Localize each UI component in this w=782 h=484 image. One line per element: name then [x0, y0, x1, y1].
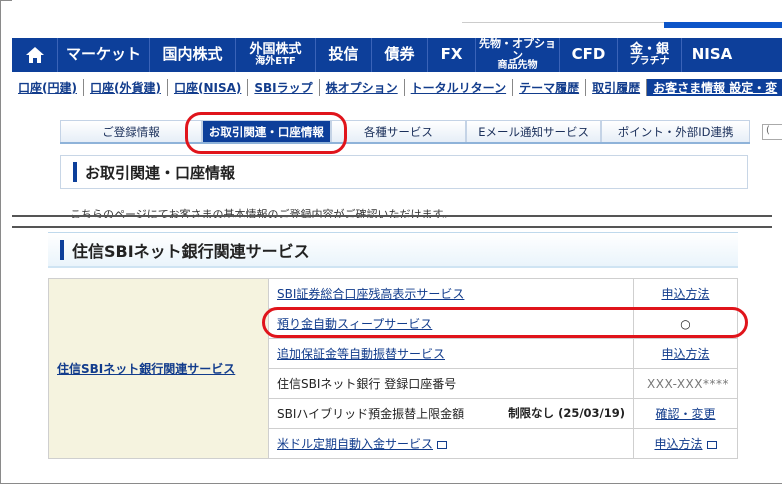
subnav-link-customer-info[interactable]: お客さま情報 設定・変	[647, 78, 782, 96]
nav-item-label: 債券	[384, 45, 415, 64]
service-link-margin-auto-transfer[interactable]: 追加保証金等自動振替サービス	[277, 347, 445, 361]
highlight-ring-tab	[185, 112, 347, 154]
highlight-ring-auto-sweep	[262, 307, 748, 338]
nav-item-sublabel: プラチナ	[629, 55, 670, 67]
subnav-link[interactable]: 口座(円建)	[12, 78, 84, 96]
nav-item-label: NISA	[691, 45, 733, 64]
service-cell: 追加保証金等自動振替サービス	[268, 338, 634, 369]
transfer-limit-label: SBIハイブリッド預金振替上限金額	[277, 407, 465, 421]
account-subnav: 口座(円建) 口座(外貨建) 口座(NISA) SBIラップ 株オプション トー…	[12, 76, 782, 98]
nav-item-funds[interactable]: 投信	[316, 38, 372, 72]
nav-item-label: 外国株式	[249, 41, 302, 57]
section-heading: 住信SBIネット銀行関連サービス	[48, 232, 738, 268]
nav-item-sublabel: 商品先物	[497, 60, 538, 72]
cut-line-bottom	[12, 226, 772, 228]
nav-item-cfd[interactable]: CFD	[560, 38, 618, 72]
bank-services-table: 住信SBIネット銀行関連サービス SBI証券総合口座残高表示サービス 申込方法 …	[48, 278, 738, 459]
action-cell: 申込方法	[633, 338, 738, 369]
action-cell: 申込方法	[633, 278, 738, 309]
transfer-limit-cell: SBIハイブリッド預金振替上限金額 制限なし (25/03/19)	[268, 398, 634, 429]
nav-item-bonds[interactable]: 債券	[372, 38, 428, 72]
apply-method-link[interactable]: 申込方法	[654, 437, 702, 451]
nav-item-label: 金・銀	[629, 41, 669, 57]
home-icon	[25, 47, 44, 63]
external-window-icon	[437, 441, 448, 449]
service-cell: SBI証券総合口座残高表示サービス	[268, 278, 634, 309]
heading-accent	[73, 162, 77, 182]
home-button[interactable]	[12, 38, 58, 72]
nav-item-market[interactable]: マーケット	[58, 38, 150, 72]
heading-accent	[60, 239, 64, 260]
service-cell: 米ドル定期自動入金サービス	[268, 428, 634, 459]
nav-item-nisa[interactable]: NISA	[682, 38, 742, 72]
nav-item-label: FX	[440, 45, 463, 64]
main-nav: マーケット 国内株式 外国株式 海外ETF 投信 債券 FX 先物・オプション 商品…	[12, 38, 782, 72]
page-heading: お取引関連・口座情報	[60, 155, 748, 189]
right-edge-fragment: (	[762, 124, 782, 140]
nav-item-label: CFD	[571, 45, 606, 64]
subnav-link[interactable]: 株オプション	[320, 78, 405, 96]
tab-points-external-id[interactable]: ポイント・外部ID連携	[601, 120, 750, 142]
table-row: 住信SBIネット銀行関連サービス SBI証券総合口座残高表示サービス 申込方法	[48, 278, 738, 459]
action-cell: 申込方法	[633, 428, 738, 459]
transfer-limit-value: 制限なし (25/03/19)	[508, 406, 625, 420]
tab-registration-info[interactable]: ご登録情報	[60, 120, 202, 142]
registered-account-label: 住信SBIネット銀行 登録口座番号	[268, 368, 634, 399]
nav-item-sublabel: 海外ETF	[255, 55, 296, 67]
apply-method-link[interactable]: 申込方法	[661, 347, 709, 361]
top-strip	[12, 0, 782, 38]
nav-item-fx[interactable]: FX	[428, 38, 476, 72]
confirm-change-link[interactable]: 確認・変更	[655, 407, 715, 421]
nav-item-label: マーケット	[65, 45, 141, 64]
action-cell: 確認・変更	[633, 398, 738, 429]
apply-method-link[interactable]: 申込方法	[661, 287, 709, 301]
tab-services[interactable]: 各種サービス	[330, 120, 466, 142]
subnav-link[interactable]: トータルリターン	[405, 78, 514, 96]
nav-item-precious-metals[interactable]: 金・銀 プラチナ	[618, 38, 682, 72]
external-window-icon	[706, 441, 717, 449]
row-group-label[interactable]: 住信SBIネット銀行関連サービス	[48, 278, 269, 459]
settings-tabs: ご登録情報 お取引関連・口座情報 各種サービス Eメール通知サービス ポイント・…	[60, 120, 750, 144]
subnav-link[interactable]: 取引履歴	[586, 78, 648, 96]
subnav-link[interactable]: テーマ履歴	[513, 78, 587, 96]
nav-item-futures-options[interactable]: 先物・オプション 商品先物	[476, 38, 560, 72]
nav-item-label: 投信	[328, 45, 359, 64]
cut-line-top	[12, 215, 772, 217]
service-link-usd-time-deposit[interactable]: 米ドル定期自動入金サービス	[277, 437, 433, 451]
nav-item-label: 先物・オプション	[479, 37, 556, 62]
subnav-link[interactable]: 口座(NISA)	[168, 78, 249, 96]
nav-item-label: 国内株式	[162, 45, 223, 64]
section-title: 住信SBIネット銀行関連サービス	[72, 241, 310, 261]
service-link-balance-display[interactable]: SBI証券総合口座残高表示サービス	[277, 287, 464, 301]
subnav-link[interactable]: 口座(外貨建)	[84, 78, 168, 96]
page-title: お取引関連・口座情報	[85, 163, 236, 182]
nav-item-domestic-stocks[interactable]: 国内株式	[150, 38, 236, 72]
tab-email-notifications[interactable]: Eメール通知サービス	[466, 120, 602, 142]
nav-item-foreign-stocks[interactable]: 外国株式 海外ETF	[236, 38, 316, 72]
subnav-link[interactable]: SBIラップ	[248, 78, 320, 96]
masked-account-number: XXX-XXX****	[633, 368, 738, 399]
